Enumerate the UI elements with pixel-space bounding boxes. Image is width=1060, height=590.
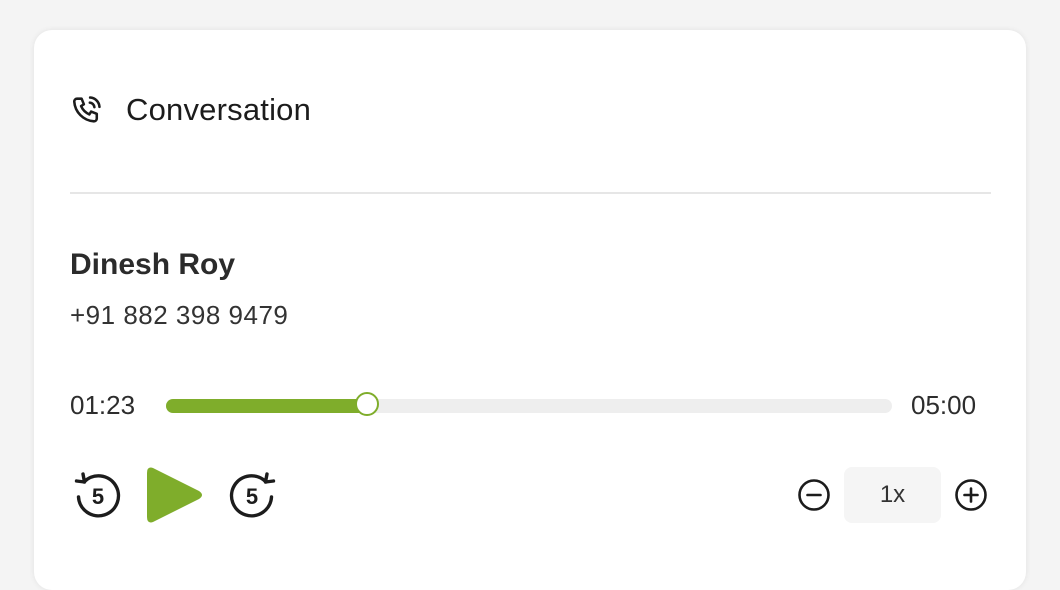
plus-circle-icon xyxy=(955,479,987,511)
svg-text:5: 5 xyxy=(92,484,104,509)
card-header: Conversation xyxy=(70,92,311,128)
progress-slider[interactable] xyxy=(166,392,892,416)
speed-value: 1x xyxy=(844,467,941,523)
minus-circle-icon xyxy=(798,479,830,511)
playback-speed-control: 1x xyxy=(796,467,989,523)
conversation-card: Conversation Dinesh Roy +91 882 398 9479… xyxy=(34,30,1026,590)
divider xyxy=(70,192,991,194)
progress-fill xyxy=(166,399,367,413)
forward-5-button[interactable]: 5 xyxy=(226,469,278,521)
total-time: 05:00 xyxy=(911,390,977,420)
increase-speed-button[interactable] xyxy=(953,477,989,513)
forward-5-icon: 5 xyxy=(229,472,276,518)
decrease-speed-button[interactable] xyxy=(796,477,832,513)
contact-phone: +91 882 398 9479 xyxy=(70,300,289,330)
play-button[interactable] xyxy=(145,464,205,526)
phone-call-icon xyxy=(70,93,104,127)
page-title: Conversation xyxy=(126,92,312,127)
rewind-5-icon: 5 xyxy=(74,472,121,518)
progress-handle[interactable] xyxy=(354,392,379,416)
current-time: 01:23 xyxy=(70,390,136,420)
playback-controls: 5 5 xyxy=(72,464,278,526)
svg-text:5: 5 xyxy=(246,484,258,509)
rewind-5-button[interactable]: 5 xyxy=(72,469,124,521)
contact-name: Dinesh Roy xyxy=(70,248,236,281)
play-icon xyxy=(147,467,202,523)
